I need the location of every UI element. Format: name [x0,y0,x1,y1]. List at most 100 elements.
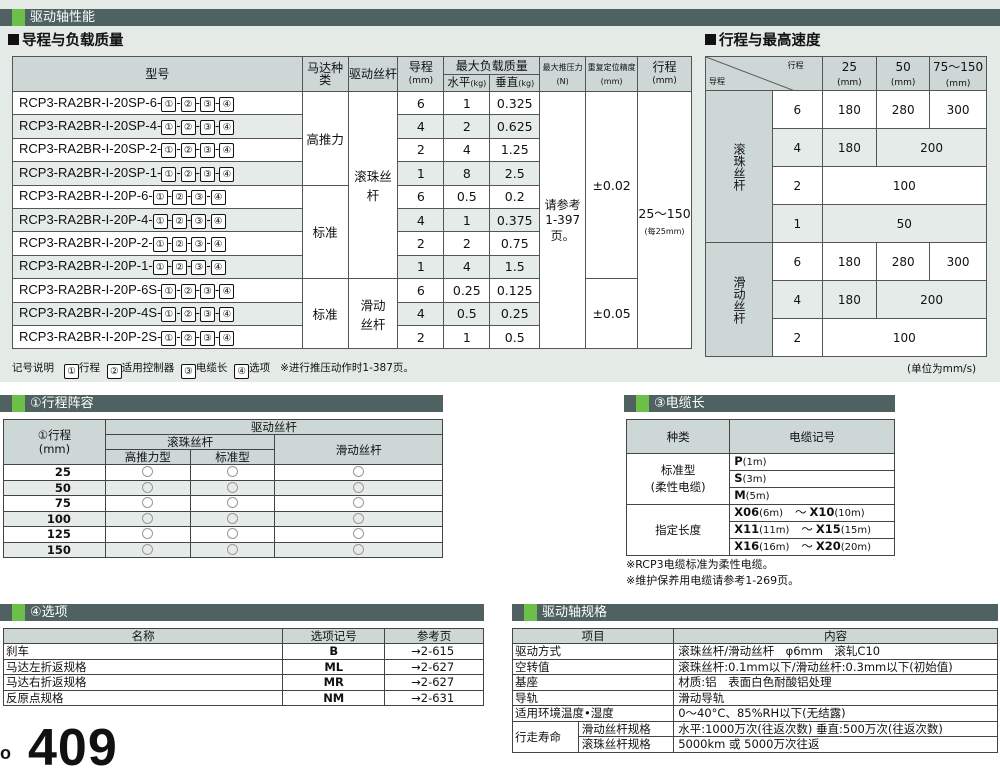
option-box: ② [172,213,187,229]
lead-cell: 4 [397,114,445,139]
option-box: ④ [219,166,235,182]
spec-content: 材质:铝 表面白色耐酸铝处理 [673,674,998,691]
option-code: MR [282,674,386,691]
speed-value: 280 [876,90,931,129]
circle-icon [353,543,365,555]
lead-cell: 1 [397,161,445,186]
model-cell: RCP3-RA2BR-I-20P-6- ① - ② - ③ - ④ [12,184,303,209]
speed-col-50: 50 (mm) [876,56,931,91]
repeat-ball: ±0.02 [585,90,639,280]
ball-label: 滚珠丝杆 [705,90,773,243]
cable-code: X11(11m) ～ X15(15m) [729,521,895,539]
horizontal-cell: 4 [443,137,491,163]
option-box: ① [152,213,168,229]
square-bullet-icon [705,34,716,45]
option-box: ③ [200,330,216,346]
speed-value: 280 [876,242,931,281]
stroke-value: 150 [3,541,106,558]
option-row: 马达左折返规格 ML →2-627 [2,658,484,675]
green-marker [12,9,25,26]
spec-content: 滑动导轨 [673,689,998,706]
option-box: ④ [210,190,226,206]
option-box: ① [161,307,177,323]
lead-cell: 6 [397,278,445,303]
available-mark [274,510,443,527]
speed-table: 行程 导程 25 (mm) 50 (mm) 75～150 (mm) 滚珠丝杆 6 180 2… [705,56,988,357]
spec-item: 基座 [511,674,675,691]
cable-code: S(3m) [729,470,895,488]
cable-row: 指定长度 X06(6m) ～ X10(10m) [625,504,895,556]
vertical-cell: 1.25 [489,137,541,163]
circle-icon [353,512,365,524]
model-cell: RCP3-RA2BR-I-20SP-1- ① - ② - ③ - ④ [12,161,303,186]
speed-col-25: 25 (mm) [821,56,878,91]
cable-note: ※RCP3电缆标准为柔性电缆。 [626,558,774,571]
option-box: ① [161,166,177,182]
green-marker [12,604,25,621]
motor-std: 标准 [301,278,349,350]
option-box: ① [161,143,177,159]
col-lead: 导程 (mm) [397,56,445,92]
model-text: RCP3-RA2BR-I-20P-6S- [19,281,162,297]
horizontal-cell: 1 [443,324,491,350]
spec-content: 5000km 或 5000万次往返 [673,736,998,753]
cable-standard: 标准型 (柔性电缆) [625,453,731,505]
lead-cell: 2 [397,137,445,163]
available-mark [104,495,191,512]
circle-icon [227,512,239,524]
circle-icon [142,497,154,509]
vertical-cell: 0.2 [489,184,541,209]
option-page: →2-627 [384,658,484,675]
speed-value: 100 [821,166,988,205]
available-mark [274,541,443,558]
option-page: →2-631 [384,689,484,706]
col-motor: 马达种类 [301,56,349,92]
lead-cell: 6 [397,184,445,209]
lead-cell: 2 [397,324,445,350]
available-mark [104,541,191,558]
legend-note: ※进行推压动作时1-387页。 [280,362,414,374]
option-code: NM [282,689,386,706]
col-kind: 种类 [625,419,731,454]
spec-content: 水平:1000万次(往返次数) 垂直:500万次(往返次数) [673,720,998,737]
stroke-row: 100 [3,510,443,527]
spec-row: 适用环境温度•湿度 0～40°C、85%RH以下(无结露) [511,705,998,722]
model-text: RCP3-RA2BR-I-20P-4- [19,211,153,227]
spec-content: 滚珠丝杆:0.1mm以下/滑动丝杆:0.3mm以下(初始值) [673,658,998,675]
square-bullet-icon [8,34,19,45]
repeat-slide: ±0.05 [585,278,639,350]
option-box: ③ [200,283,216,299]
option-box: ③ [200,143,216,159]
col-drive-screw: 驱动丝杆 [104,419,444,435]
col-stroke-mm: ①行程 (mm) [3,419,106,465]
circle-icon [227,528,239,540]
available-mark [274,464,443,481]
circle-icon [227,497,239,509]
available-mark [189,495,276,512]
model-cell: RCP3-RA2BR-I-20P-6S- ① - ② - ③ - ④ [12,278,303,303]
options-table: 名称 选项记号 参考页 刹车 B →2-615 马达左折返规格 ML →2-627 马达右折… [2,628,484,706]
green-marker [524,604,537,621]
spec-row: 空转值 滚珠丝杆:0.1mm以下/滑动丝杆:0.3mm以下(初始值) [511,658,998,675]
legend-text: 选项 [249,362,271,374]
spec-item: 适用环境温度•湿度 [511,705,675,722]
col-opt-code: 选项记号 [282,628,386,644]
col-slide-screw: 滑动丝杆 [274,434,443,465]
stroke-value: 50 [3,479,106,496]
option-box: ④ [219,330,235,346]
legend-text: 电缆长 [195,362,228,374]
option-box: ③ [200,307,216,323]
horizontal-cell: 0.5 [443,301,491,326]
horizontal-cell: 1 [443,90,491,116]
lead-cell: 4 [397,207,445,233]
model-cell: RCP3-RA2BR-I-20SP-4- ① - ② - ③ - ④ [12,114,303,139]
speed-value: 180 [821,280,878,319]
option-box: ④ [210,260,226,276]
spec-table: 项目 内容 驱动方式 滚珠丝杆/滑动丝杆 φ6mm 滚轧C10 空转值 滚珠丝杆:0.… [511,628,998,753]
model-text: RCP3-RA2BR-I-20SP-4- [19,118,162,134]
horizontal-cell: 2 [443,114,491,139]
horizontal-cell: 0.5 [443,184,491,209]
option-box: ② [180,120,196,136]
option-box: ④ [210,237,226,253]
load-row: RCP3-RA2BR-I-20SP-6- ① - ② - ③ - ④ 高推力 滚珠丝杆 6 1 0.32… [12,90,692,350]
